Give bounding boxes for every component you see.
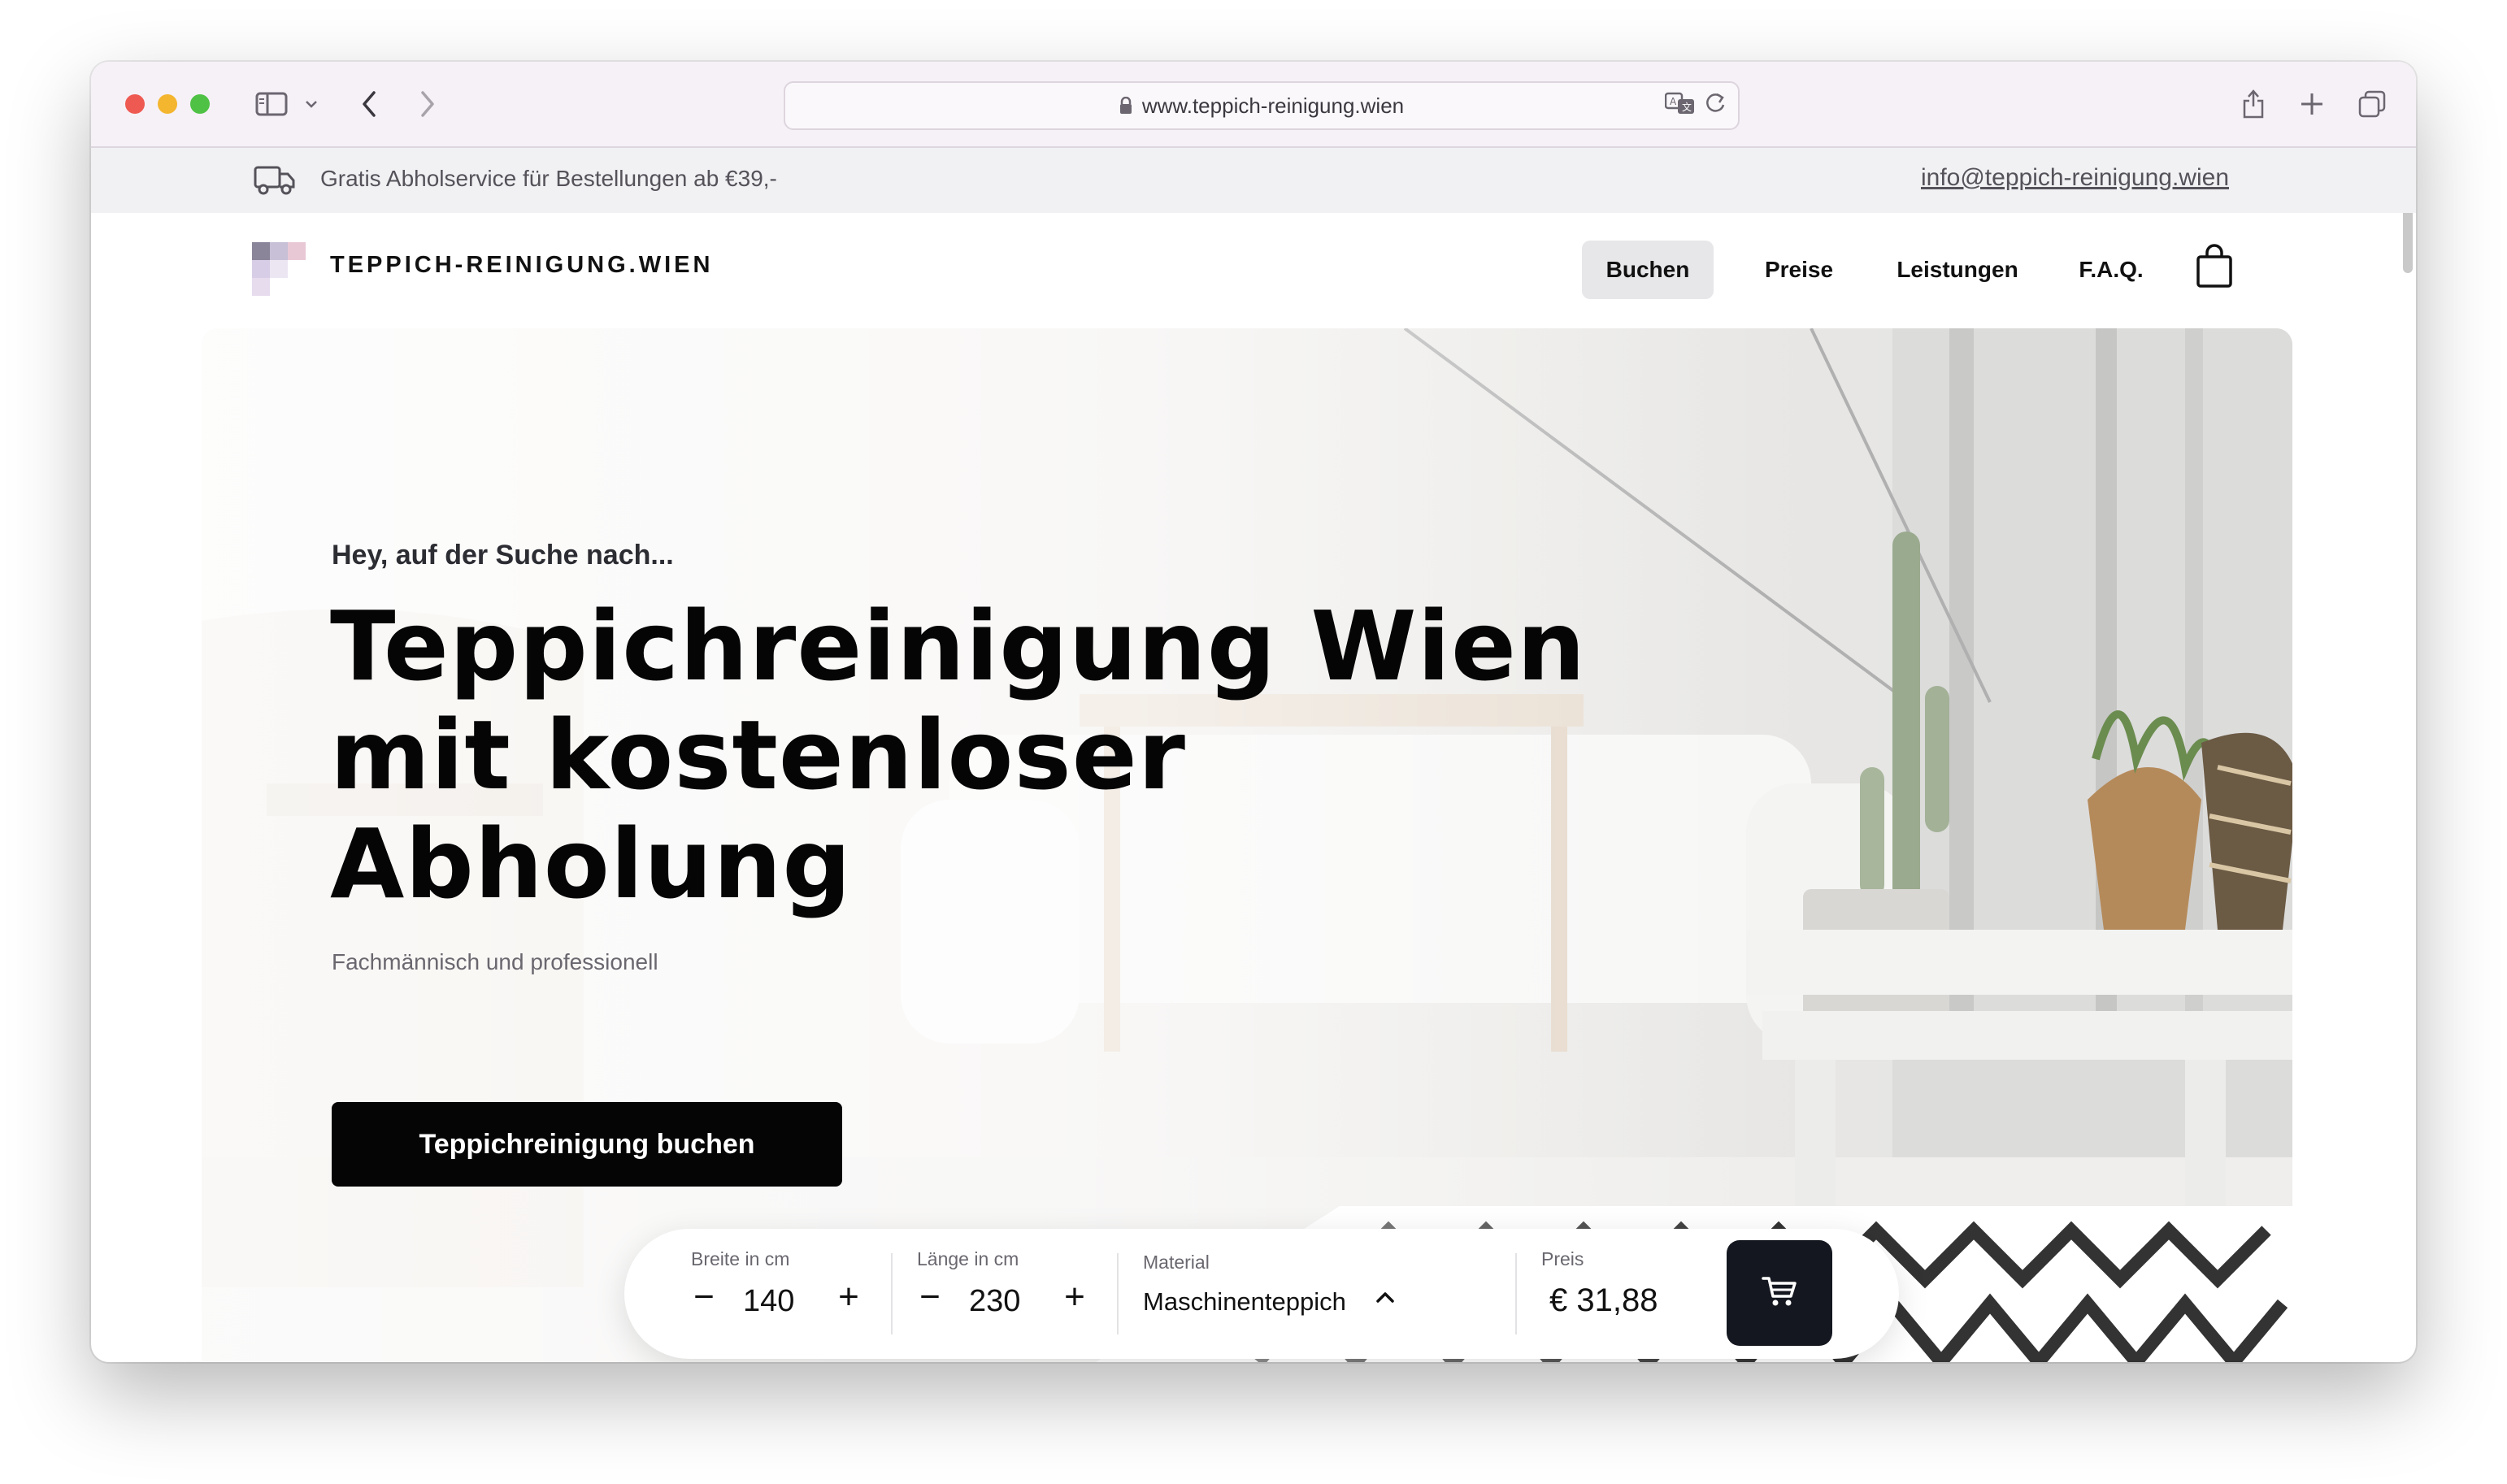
width-increment-button[interactable]: + [831,1279,867,1315]
lock-icon [1119,97,1132,115]
width-label: Breite in cm [691,1248,790,1269]
email-link[interactable]: info@teppich-reinigung.wien [1921,164,2229,192]
hero-headline-line-1: Teppichreinigung Wien [330,590,1586,702]
hero-headline: Teppichreinigung Wien mit kostenloser Ab… [330,592,1712,918]
nav-item-preise[interactable]: Preise [1733,241,1865,299]
sidebar-toggle-icon[interactable] [249,83,294,125]
length-decrement-button[interactable]: − [912,1279,948,1315]
length-label: Länge in cm [917,1248,1019,1269]
material-label: Material [1143,1252,1210,1273]
minimize-window-button[interactable] [158,94,177,114]
address-bar[interactable]: www.teppich-reinigung.wien A文 [784,81,1740,130]
nav-item-buchen[interactable]: Buchen [1582,241,1714,299]
nav-item-faq[interactable]: F.A.Q. [2050,241,2172,299]
tab-overview-icon[interactable] [2356,83,2388,125]
book-cleaning-button[interactable]: Teppichreinigung buchen [332,1102,842,1187]
reload-icon[interactable] [1704,91,1727,121]
hero-headline-line-2: mit kostenloser [330,699,1186,811]
price-configurator: Breite in cm − 140 + Länge in cm − 230 +… [624,1229,1899,1359]
price-value: € 31,88 [1549,1282,1658,1318]
svg-text:A: A [1670,96,1677,107]
maximize-window-button[interactable] [190,94,210,114]
chevron-down-icon[interactable] [299,83,324,125]
price-label: Preis [1541,1248,1584,1269]
promo-text: Gratis Abholservice für Bestellungen ab … [320,166,777,191]
back-arrow-icon[interactable] [353,83,385,125]
hero-eyebrow: Hey, auf der Suche nach... [332,540,674,571]
shopping-cart-icon [1762,1275,1797,1311]
divider [1515,1253,1517,1334]
material-select[interactable]: Maschinenteppich [1143,1287,1346,1317]
length-increment-button[interactable]: + [1057,1279,1093,1315]
brand-name[interactable]: TEPPICH-REINIGUNG.WIEN [330,252,713,279]
divider [891,1253,893,1334]
close-window-button[interactable] [125,94,145,114]
width-decrement-button[interactable]: − [686,1279,722,1315]
truck-icon [254,164,296,202]
hero-subline: Fachmännisch und professionell [332,949,658,974]
hero-headline-line-3: Abholung [330,808,852,920]
brand-logo[interactable] [252,242,306,296]
length-value[interactable]: 230 [969,1284,1020,1319]
add-to-cart-button[interactable] [1727,1240,1832,1346]
browser-toolbar: www.teppich-reinigung.wien A文 [91,62,2416,148]
new-tab-icon[interactable] [2296,83,2328,125]
share-icon[interactable] [2237,83,2270,125]
forward-arrow-icon[interactable] [411,83,444,125]
main-navigation: TEPPICH-REINIGUNG.WIEN Buchen Preise Lei… [91,213,2416,319]
browser-window: www.teppich-reinigung.wien A文 Gratis Abh… [91,62,2416,1362]
shopping-bag-icon[interactable] [2195,244,2234,293]
divider [1117,1253,1119,1334]
nav-item-leistungen[interactable]: Leistungen [1876,241,2039,299]
promo-bar: Gratis Abholservice für Bestellungen ab … [91,148,2416,213]
svg-text:文: 文 [1682,101,1692,113]
translate-icon[interactable]: A文 [1664,91,1696,121]
chevron-up-icon[interactable] [1375,1291,1395,1307]
url-text: www.teppich-reinigung.wien [1141,93,1405,118]
width-value[interactable]: 140 [743,1284,794,1319]
